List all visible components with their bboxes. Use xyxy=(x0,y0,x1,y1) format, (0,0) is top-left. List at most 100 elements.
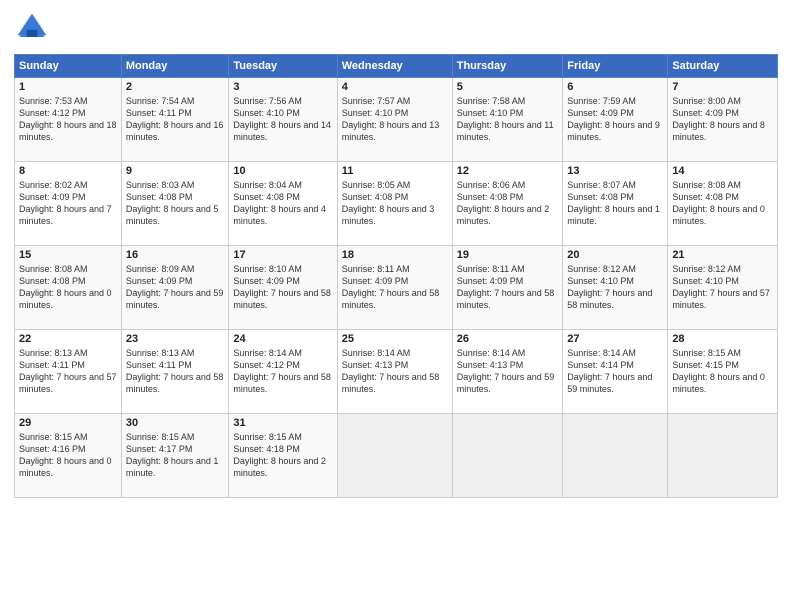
header xyxy=(14,10,778,46)
day-info: Sunrise: 8:04 AM Sunset: 4:08 PM Dayligh… xyxy=(233,179,332,228)
col-header-friday: Friday xyxy=(563,55,668,78)
calendar-cell: 3 Sunrise: 7:56 AM Sunset: 4:10 PM Daylig… xyxy=(229,78,337,162)
day-number: 1 xyxy=(19,81,117,93)
day-number: 2 xyxy=(126,81,225,93)
day-info: Sunrise: 8:10 AM Sunset: 4:09 PM Dayligh… xyxy=(233,263,332,312)
day-number: 17 xyxy=(233,249,332,261)
calendar-cell xyxy=(668,414,778,498)
day-info: Sunrise: 8:09 AM Sunset: 4:09 PM Dayligh… xyxy=(126,263,225,312)
day-number: 19 xyxy=(457,249,559,261)
calendar-cell xyxy=(563,414,668,498)
day-info: Sunrise: 8:14 AM Sunset: 4:13 PM Dayligh… xyxy=(457,347,559,396)
day-info: Sunrise: 8:15 AM Sunset: 4:15 PM Dayligh… xyxy=(672,347,773,396)
day-number: 6 xyxy=(567,81,663,93)
calendar-cell: 16 Sunrise: 8:09 AM Sunset: 4:09 PM Dayli… xyxy=(121,246,229,330)
day-info: Sunrise: 8:14 AM Sunset: 4:12 PM Dayligh… xyxy=(233,347,332,396)
calendar-cell: 17 Sunrise: 8:10 AM Sunset: 4:09 PM Dayli… xyxy=(229,246,337,330)
day-info: Sunrise: 8:07 AM Sunset: 4:08 PM Dayligh… xyxy=(567,179,663,228)
day-info: Sunrise: 8:11 AM Sunset: 4:09 PM Dayligh… xyxy=(342,263,448,312)
day-info: Sunrise: 8:11 AM Sunset: 4:09 PM Dayligh… xyxy=(457,263,559,312)
calendar-week-3: 15 Sunrise: 8:08 AM Sunset: 4:08 PM Dayli… xyxy=(15,246,778,330)
calendar-cell: 18 Sunrise: 8:11 AM Sunset: 4:09 PM Dayli… xyxy=(337,246,452,330)
day-number: 13 xyxy=(567,165,663,177)
calendar-cell: 25 Sunrise: 8:14 AM Sunset: 4:13 PM Dayli… xyxy=(337,330,452,414)
day-info: Sunrise: 8:14 AM Sunset: 4:13 PM Dayligh… xyxy=(342,347,448,396)
day-info: Sunrise: 8:13 AM Sunset: 4:11 PM Dayligh… xyxy=(126,347,225,396)
calendar-cell: 12Sunrise: 8:06 AM Sunset: 4:08 PM Dayli… xyxy=(452,162,563,246)
col-header-sunday: Sunday xyxy=(15,55,122,78)
calendar-cell xyxy=(337,414,452,498)
page-container: SundayMondayTuesdayWednesdayThursdayFrid… xyxy=(0,0,792,508)
day-number: 7 xyxy=(672,81,773,93)
day-info: Sunrise: 7:57 AM Sunset: 4:10 PM Dayligh… xyxy=(342,95,448,144)
day-number: 22 xyxy=(19,333,117,345)
calendar-week-5: 29Sunrise: 8:15 AM Sunset: 4:16 PM Dayli… xyxy=(15,414,778,498)
day-number: 31 xyxy=(233,417,332,429)
day-number: 11 xyxy=(342,165,448,177)
day-info: Sunrise: 7:56 AM Sunset: 4:10 PM Dayligh… xyxy=(233,95,332,144)
calendar-cell: 23 Sunrise: 8:13 AM Sunset: 4:11 PM Dayli… xyxy=(121,330,229,414)
day-number: 25 xyxy=(342,333,448,345)
calendar-cell xyxy=(452,414,563,498)
calendar-week-1: 1 Sunrise: 7:53 AM Sunset: 4:12 PM Daylig… xyxy=(15,78,778,162)
calendar-cell: 4 Sunrise: 7:57 AM Sunset: 4:10 PM Daylig… xyxy=(337,78,452,162)
day-number: 24 xyxy=(233,333,332,345)
logo-icon xyxy=(14,10,50,46)
calendar-cell: 19 Sunrise: 8:11 AM Sunset: 4:09 PM Dayli… xyxy=(452,246,563,330)
day-info: Sunrise: 7:53 AM Sunset: 4:12 PM Dayligh… xyxy=(19,95,117,144)
day-number: 9 xyxy=(126,165,225,177)
calendar-body: 1 Sunrise: 7:53 AM Sunset: 4:12 PM Daylig… xyxy=(15,78,778,498)
calendar-cell: 1 Sunrise: 7:53 AM Sunset: 4:12 PM Daylig… xyxy=(15,78,122,162)
day-info: Sunrise: 8:15 AM Sunset: 4:17 PM Dayligh… xyxy=(126,431,225,480)
day-info: Sunrise: 7:58 AM Sunset: 4:10 PM Dayligh… xyxy=(457,95,559,144)
day-info: Sunrise: 8:08 AM Sunset: 4:08 PM Dayligh… xyxy=(672,179,773,228)
day-number: 27 xyxy=(567,333,663,345)
calendar-week-4: 22 Sunrise: 8:13 AM Sunset: 4:11 PM Dayli… xyxy=(15,330,778,414)
calendar-cell: 22Sunrise: 8:13 AM Sunset: 4:11 PM Dayli… xyxy=(15,330,122,414)
day-info: Sunrise: 8:00 AM Sunset: 4:09 PM Dayligh… xyxy=(672,95,773,144)
calendar-cell: 6 Sunrise: 7:59 AM Sunset: 4:09 PM Daylig… xyxy=(563,78,668,162)
calendar-cell: 30 Sunrise: 8:15 AM Sunset: 4:17 PM Dayli… xyxy=(121,414,229,498)
day-info: Sunrise: 8:06 AM Sunset: 4:08 PM Dayligh… xyxy=(457,179,559,228)
col-header-saturday: Saturday xyxy=(668,55,778,78)
day-number: 15 xyxy=(19,249,117,261)
day-number: 3 xyxy=(233,81,332,93)
calendar-cell: 21Sunrise: 8:12 AM Sunset: 4:10 PM Dayli… xyxy=(668,246,778,330)
calendar-cell: 20Sunrise: 8:12 AM Sunset: 4:10 PM Dayli… xyxy=(563,246,668,330)
day-number: 23 xyxy=(126,333,225,345)
calendar-cell: 9 Sunrise: 8:03 AM Sunset: 4:08 PM Daylig… xyxy=(121,162,229,246)
day-info: Sunrise: 8:02 AM Sunset: 4:09 PM Dayligh… xyxy=(19,179,117,228)
calendar-cell: 11 Sunrise: 8:05 AM Sunset: 4:08 PM Dayli… xyxy=(337,162,452,246)
day-number: 16 xyxy=(126,249,225,261)
day-number: 14 xyxy=(672,165,773,177)
day-info: Sunrise: 8:15 AM Sunset: 4:18 PM Dayligh… xyxy=(233,431,332,480)
calendar-cell: 7 Sunrise: 8:00 AM Sunset: 4:09 PM Daylig… xyxy=(668,78,778,162)
calendar-cell: 2Sunrise: 7:54 AM Sunset: 4:11 PM Daylig… xyxy=(121,78,229,162)
day-number: 8 xyxy=(19,165,117,177)
day-number: 10 xyxy=(233,165,332,177)
col-header-tuesday: Tuesday xyxy=(229,55,337,78)
day-info: Sunrise: 8:12 AM Sunset: 4:10 PM Dayligh… xyxy=(567,263,663,312)
day-number: 30 xyxy=(126,417,225,429)
calendar-cell: 29Sunrise: 8:15 AM Sunset: 4:16 PM Dayli… xyxy=(15,414,122,498)
day-info: Sunrise: 8:08 AM Sunset: 4:08 PM Dayligh… xyxy=(19,263,117,312)
col-header-monday: Monday xyxy=(121,55,229,78)
day-info: Sunrise: 8:12 AM Sunset: 4:10 PM Dayligh… xyxy=(672,263,773,312)
day-info: Sunrise: 8:14 AM Sunset: 4:14 PM Dayligh… xyxy=(567,347,663,396)
calendar-cell: 27 Sunrise: 8:14 AM Sunset: 4:14 PM Dayli… xyxy=(563,330,668,414)
day-info: Sunrise: 8:05 AM Sunset: 4:08 PM Dayligh… xyxy=(342,179,448,228)
logo xyxy=(14,10,54,46)
day-number: 4 xyxy=(342,81,448,93)
calendar-cell: 13 Sunrise: 8:07 AM Sunset: 4:08 PM Dayli… xyxy=(563,162,668,246)
calendar-table: SundayMondayTuesdayWednesdayThursdayFrid… xyxy=(14,54,778,498)
calendar-cell: 8 Sunrise: 8:02 AM Sunset: 4:09 PM Daylig… xyxy=(15,162,122,246)
day-info: Sunrise: 7:59 AM Sunset: 4:09 PM Dayligh… xyxy=(567,95,663,144)
day-number: 28 xyxy=(672,333,773,345)
day-info: Sunrise: 8:03 AM Sunset: 4:08 PM Dayligh… xyxy=(126,179,225,228)
day-info: Sunrise: 8:15 AM Sunset: 4:16 PM Dayligh… xyxy=(19,431,117,480)
col-header-wednesday: Wednesday xyxy=(337,55,452,78)
calendar-cell: 31 Sunrise: 8:15 AM Sunset: 4:18 PM Dayli… xyxy=(229,414,337,498)
col-header-thursday: Thursday xyxy=(452,55,563,78)
calendar-cell: 26Sunrise: 8:14 AM Sunset: 4:13 PM Dayli… xyxy=(452,330,563,414)
day-number: 18 xyxy=(342,249,448,261)
